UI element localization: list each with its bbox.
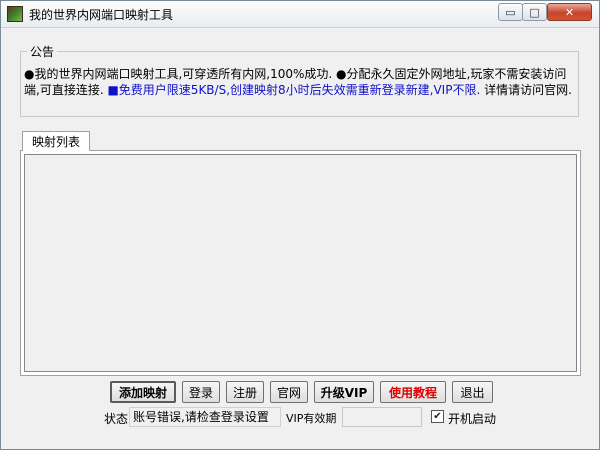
add-mapping-button[interactable]: 添加映射 [110,381,176,403]
notice-highlight: ■免费用户限速5KB/S,创建映射8小时后失效需重新登录新建,VIP不限. [107,83,481,97]
official-site-button[interactable]: 官网 [270,381,308,403]
login-button[interactable]: 登录 [182,381,220,403]
main-window: 我的世界内网端口映射工具 ▭ □ ✕ 公告 ●我的世界内网端口映射工具,可穿透所… [0,0,600,450]
vip-expiry-label: VIP有效期 [286,412,337,425]
title-bar[interactable]: 我的世界内网端口映射工具 ▭ □ ✕ [1,1,599,28]
window-title: 我的世界内网端口映射工具 [29,8,174,22]
upgrade-vip-button[interactable]: 升级VIP [314,381,374,403]
tutorial-button[interactable]: 使用教程 [380,381,446,403]
close-icon: ✕ [564,5,575,19]
minecraft-grass-block-icon [7,6,23,22]
maximize-button[interactable]: □ [522,3,547,21]
autostart-label[interactable]: 开机启动 [448,410,496,427]
exit-button[interactable]: 退出 [452,381,493,403]
status-label: 状态 [104,412,129,426]
maximize-icon: □ [529,5,540,19]
register-button[interactable]: 注册 [226,381,264,403]
status-field: 账号错误,请检查登录设置 [129,407,281,427]
notice-part2: 详情请访问官网. [484,83,572,97]
mapping-list[interactable] [24,154,577,372]
vip-expiry-field [342,407,422,427]
close-button[interactable]: ✕ [547,3,592,21]
autostart-checkbox[interactable]: ✔ [431,410,444,423]
tab-mapping-list-label: 映射列表 [31,135,80,149]
minimize-icon: ▭ [505,5,516,19]
notice-text: ●我的世界内网端口映射工具,可穿透所有内网,100%成功. ●分配永久固定外网地… [24,66,574,98]
tab-mapping-list[interactable]: 映射列表 [22,131,90,151]
notice-legend: 公告 [27,43,58,60]
mapping-list-panel [20,150,581,376]
minimize-button[interactable]: ▭ [498,3,523,21]
